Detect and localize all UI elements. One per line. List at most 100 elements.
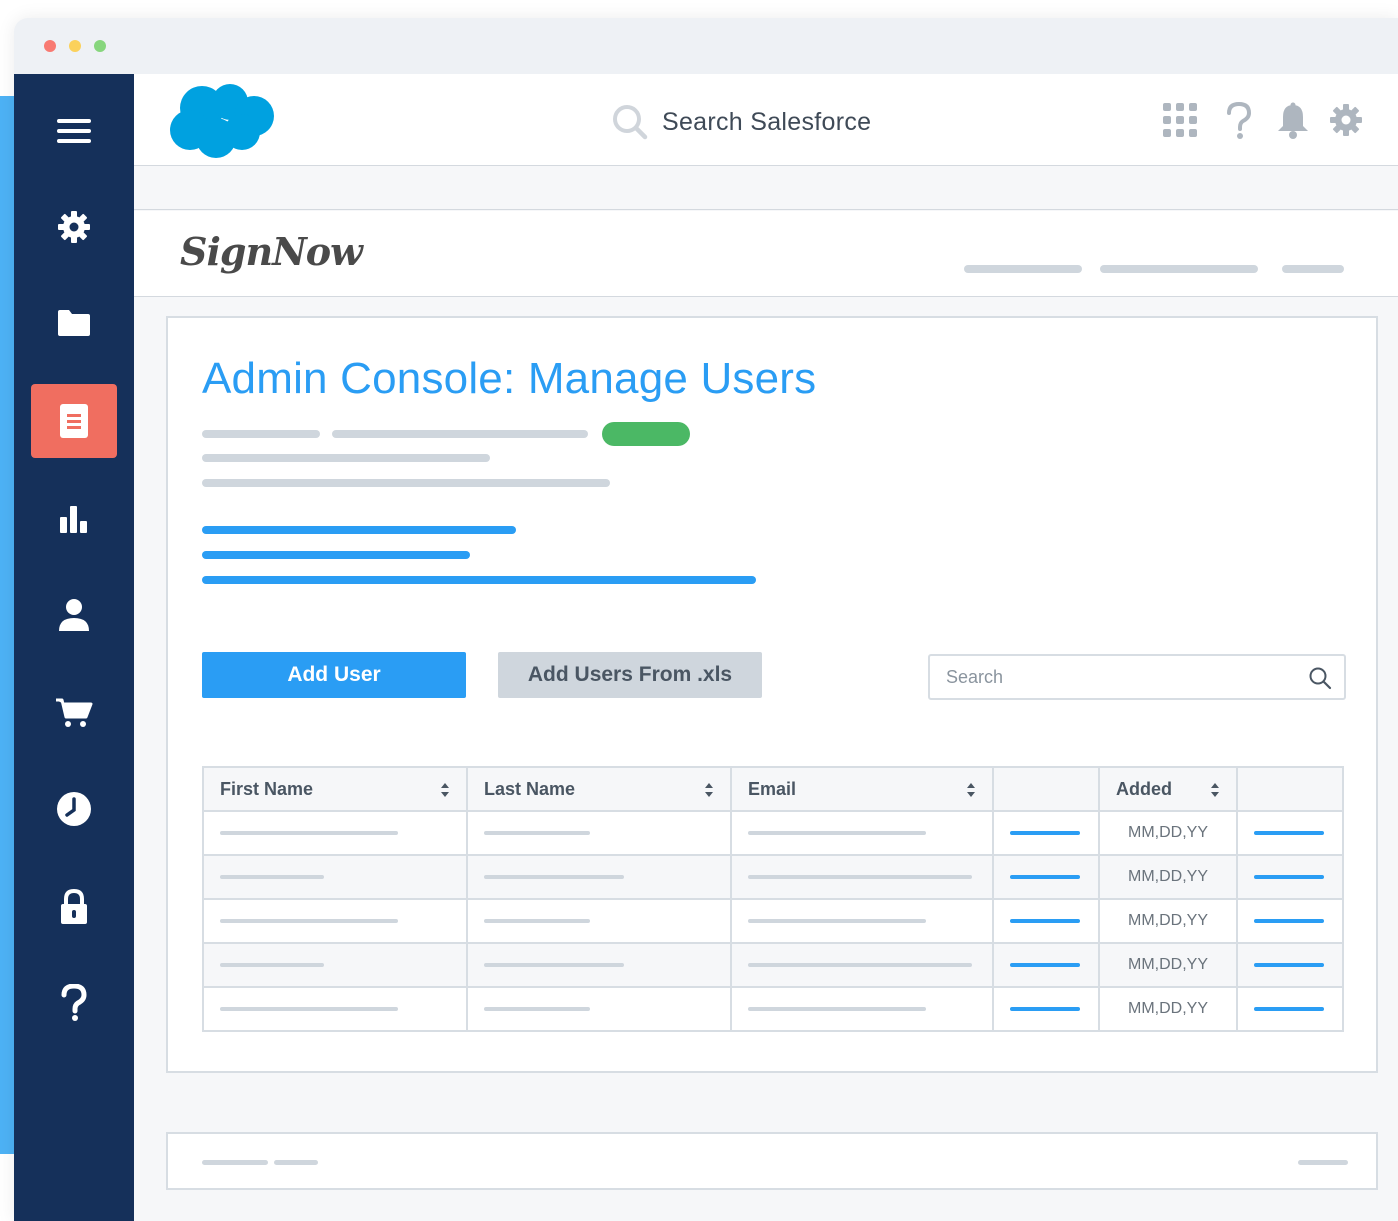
link-cell (992, 854, 1100, 900)
text-placeholder (332, 430, 588, 438)
sort-icon[interactable] (704, 782, 714, 798)
sidebar-item-folder[interactable] (31, 286, 117, 360)
column-header-label: Added (1116, 778, 1172, 799)
action-cell (1236, 986, 1344, 1032)
action-link-placeholder[interactable] (1254, 831, 1324, 835)
email-cell (730, 986, 994, 1032)
salesforce-search[interactable]: Search Salesforce (612, 104, 871, 140)
sidebar-item-cart[interactable] (31, 676, 117, 750)
column-header-added[interactable]: Added (1098, 766, 1238, 812)
sidebar-item-settings[interactable] (31, 190, 117, 264)
link-placeholder[interactable] (202, 551, 470, 559)
last-name-cell (466, 898, 732, 944)
admin-console-card: Admin Console: Manage Users Add User Add… (166, 316, 1378, 1073)
action-cell (1236, 942, 1344, 988)
maximize-window-button[interactable] (94, 40, 106, 52)
column-header-label: Email (748, 778, 797, 799)
nav-link-placeholder[interactable] (1100, 265, 1258, 273)
link-placeholder[interactable] (1010, 875, 1080, 879)
settings-gear-icon[interactable] (1328, 102, 1364, 138)
action-link-placeholder[interactable] (1254, 919, 1324, 923)
text-placeholder (220, 875, 324, 879)
sidebar-item-help[interactable] (31, 966, 117, 1040)
add-users-from-xls-button[interactable]: Add Users From .xls (498, 652, 762, 698)
email-cell (730, 898, 994, 944)
link-cell (992, 986, 1100, 1032)
minimize-window-button[interactable] (69, 40, 81, 52)
text-placeholder (484, 875, 624, 879)
text-placeholder (202, 454, 490, 462)
page-title: Admin Console: Manage Users (202, 354, 817, 403)
link-cell (992, 810, 1100, 856)
action-link-placeholder[interactable] (1254, 1007, 1324, 1011)
nav-link-placeholder[interactable] (964, 265, 1082, 273)
added-date-cell: MM,DD,YY (1098, 898, 1238, 944)
action-link-placeholder[interactable] (1254, 875, 1324, 879)
first-name-cell (202, 898, 468, 944)
sort-icon[interactable] (440, 782, 450, 798)
hamburger-icon (57, 119, 91, 143)
text-placeholder (484, 831, 590, 835)
table-header-row: First Name Last Name Email Added (202, 766, 1344, 812)
column-header-email[interactable]: Email (730, 766, 994, 812)
sort-icon[interactable] (966, 782, 976, 798)
link-placeholder[interactable] (202, 576, 756, 584)
cart-icon (56, 698, 93, 727)
search-icon[interactable] (1308, 666, 1332, 690)
bar-chart-icon (60, 506, 87, 533)
brand-bar: SignNow (134, 211, 1398, 297)
search-salesforce-label: Search Salesforce (662, 107, 872, 136)
link-placeholder[interactable] (1010, 831, 1080, 835)
sidebar-item-user[interactable] (31, 578, 117, 652)
sidebar-item-history[interactable] (31, 772, 117, 846)
salesforce-cloud-logo[interactable] (168, 82, 278, 160)
lock-icon (61, 889, 87, 924)
gear-icon (58, 211, 90, 243)
text-placeholder (202, 479, 610, 487)
user-search-input[interactable] (930, 666, 1290, 688)
sidebar-item-reports[interactable] (31, 482, 117, 556)
link-placeholder[interactable] (1010, 919, 1080, 923)
action-link-placeholder[interactable] (1254, 963, 1324, 967)
table-row[interactable]: MM,DD,YY (202, 854, 1344, 900)
footer-card (166, 1132, 1378, 1190)
sidebar-item-documents[interactable] (31, 384, 117, 458)
last-name-cell (466, 810, 732, 856)
title-bar (14, 18, 1398, 74)
added-date-cell: MM,DD,YY (1098, 942, 1238, 988)
column-header-last-name[interactable]: Last Name (466, 766, 732, 812)
app-launcher-icon[interactable] (1162, 102, 1198, 138)
text-placeholder (220, 919, 398, 923)
folder-icon (58, 310, 90, 336)
sidebar-item-menu[interactable] (31, 94, 117, 168)
sort-icon[interactable] (1210, 782, 1220, 798)
search-icon (613, 105, 648, 140)
text-placeholder (220, 963, 324, 967)
link-placeholder[interactable] (1010, 1007, 1080, 1011)
help-icon[interactable] (1226, 102, 1252, 140)
text-placeholder (748, 919, 926, 923)
text-placeholder (202, 1160, 268, 1165)
action-cell (1236, 810, 1344, 856)
column-header-first-name[interactable]: First Name (202, 766, 468, 812)
app-window: Search Salesforce SignNow Admin Console:… (14, 18, 1398, 1221)
add-user-button[interactable]: Add User (202, 652, 466, 698)
text-placeholder (748, 1007, 926, 1011)
table-row[interactable]: MM,DD,YY (202, 810, 1344, 856)
bell-icon[interactable] (1276, 102, 1310, 140)
added-date-cell: MM,DD,YY (1098, 854, 1238, 900)
link-cell (992, 898, 1100, 944)
table-row[interactable]: MM,DD,YY (202, 898, 1344, 944)
link-placeholder[interactable] (1010, 963, 1080, 967)
link-placeholder[interactable] (202, 526, 516, 534)
text-placeholder (220, 831, 398, 835)
action-cell (1236, 854, 1344, 900)
close-window-button[interactable] (44, 40, 56, 52)
text-placeholder (748, 831, 926, 835)
table-row[interactable]: MM,DD,YY (202, 986, 1344, 1032)
table-row[interactable]: MM,DD,YY (202, 942, 1344, 988)
text-placeholder (484, 1007, 590, 1011)
signnow-logo[interactable]: SignNow (180, 229, 363, 274)
sidebar-item-security[interactable] (31, 870, 117, 944)
nav-link-placeholder[interactable] (1282, 265, 1344, 273)
